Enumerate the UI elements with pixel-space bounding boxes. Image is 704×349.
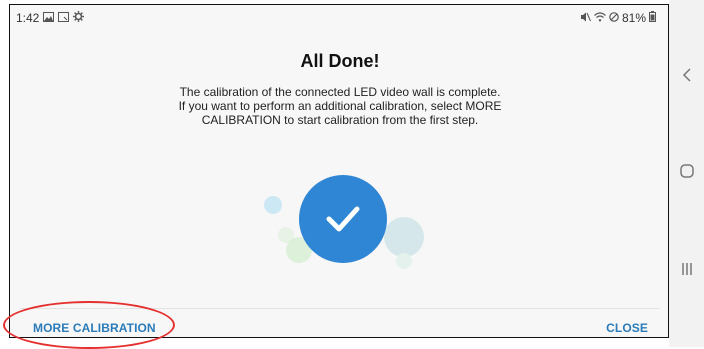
status-time: 1:42 xyxy=(16,11,40,25)
back-chevron-icon[interactable] xyxy=(669,68,704,88)
description-line: If you want to perform an additional cal… xyxy=(178,99,502,113)
status-bar: 1:42 81% xyxy=(10,5,668,31)
battery-icon xyxy=(649,11,656,25)
description-line: CALIBRATION to start calibration from th… xyxy=(201,113,479,127)
no-disturb-icon xyxy=(609,11,619,25)
checkmark-badge xyxy=(299,175,387,263)
close-button[interactable]: CLOSE xyxy=(606,321,648,335)
dialog-title: All Done! xyxy=(300,51,380,71)
battery-level: 81% xyxy=(621,11,646,25)
bubble-decoration xyxy=(264,196,282,214)
description-line: The calibration of the connected LED vid… xyxy=(179,85,501,99)
mute-icon xyxy=(580,12,591,25)
wifi-icon xyxy=(594,11,606,25)
navigation-bar xyxy=(669,0,704,347)
bubble-decoration xyxy=(384,217,424,257)
annotation-highlight-ellipse xyxy=(3,301,175,349)
screenshot-icon xyxy=(58,11,70,25)
status-right: 81% xyxy=(580,11,656,25)
home-icon[interactable] xyxy=(669,164,704,184)
status-left: 1:42 xyxy=(16,11,85,25)
settings-icon xyxy=(73,11,85,25)
gallery-icon xyxy=(43,11,55,25)
success-illustration xyxy=(260,175,430,275)
bubble-decoration xyxy=(396,253,412,269)
dialog-description: The calibration of the connected LED vid… xyxy=(150,85,530,127)
app-screen: 1:42 81% All Done! The calibration of th… xyxy=(9,4,669,338)
recents-icon[interactable] xyxy=(669,262,704,282)
checkmark-icon xyxy=(326,206,360,232)
